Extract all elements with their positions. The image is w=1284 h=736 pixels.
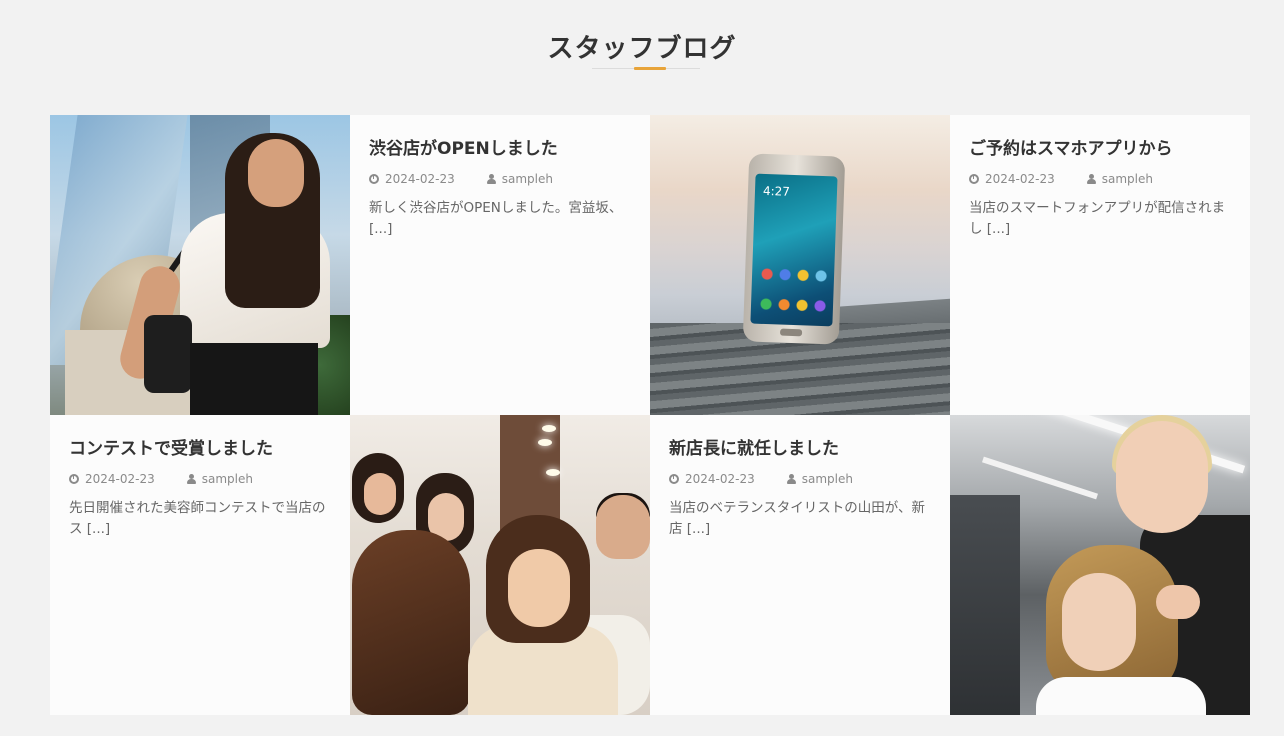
clock-icon [669, 474, 679, 484]
title-accent-bar [634, 67, 666, 70]
post-date: 2024-02-23 [85, 472, 155, 486]
post-excerpt: 当店のベテランスタイリストの山田が、新店 [...] [669, 500, 925, 537]
stylist-client-photo [950, 415, 1250, 715]
user-icon [786, 474, 796, 484]
user-icon [486, 174, 496, 184]
post-excerpt: 当店のスマートフォンアプリが配信されまし [...] [969, 200, 1226, 237]
post-card-contest: コンテストで受賞しました 2024-02-23 sampleh 先日開催された美… [50, 415, 350, 715]
post-date: 2024-02-23 [985, 172, 1055, 186]
post-title-link[interactable]: 新店長に就任しました [669, 434, 931, 459]
post-author-name[interactable]: sampleh [202, 472, 253, 486]
post-author: sampleh [1086, 172, 1153, 186]
post-meta: 2024-02-23 sampleh [369, 172, 631, 186]
post-thumbnail-app[interactable]: 4:27 [650, 115, 950, 415]
user-icon [186, 474, 196, 484]
post-meta: 2024-02-23 sampleh [669, 472, 931, 486]
smartphone-photo: 4:27 [650, 115, 950, 415]
post-card-shibuya: 渋谷店がOPENしました 2024-02-23 sampleh 新しく渋谷店がO… [350, 115, 650, 415]
post-card-app: ご予約はスマホアプリから 2024-02-23 sampleh 当店のスマートフ… [950, 115, 1250, 415]
post-excerpt: 新しく渋谷店がOPENしました。宮益坂、 [...] [369, 200, 623, 237]
post-date: 2024-02-23 [385, 172, 455, 186]
post-title-link[interactable]: コンテストで受賞しました [69, 434, 331, 459]
clock-icon [369, 174, 379, 184]
post-title-link[interactable]: 渋谷店がOPENしました [369, 134, 631, 159]
section-title: スタッフブログ [547, 34, 737, 64]
clock-icon [69, 474, 79, 484]
post-meta: 2024-02-23 sampleh [969, 172, 1231, 186]
post-thumbnail-contest[interactable] [350, 415, 650, 715]
phone-time: 4:27 [762, 183, 791, 199]
post-date: 2024-02-23 [685, 472, 755, 486]
post-author-name[interactable]: sampleh [1102, 172, 1153, 186]
blog-grid: 渋谷店がOPENしました 2024-02-23 sampleh 新しく渋谷店がO… [50, 115, 1250, 715]
post-author-name[interactable]: sampleh [802, 472, 853, 486]
woman-city-photo [50, 115, 350, 415]
clock-icon [969, 174, 979, 184]
post-card-manager: 新店長に就任しました 2024-02-23 sampleh 当店のベテランスタイ… [650, 415, 950, 715]
post-author: sampleh [186, 472, 253, 486]
post-author-name[interactable]: sampleh [502, 172, 553, 186]
post-author: sampleh [786, 472, 853, 486]
salon-training-photo [350, 415, 650, 715]
post-title-link[interactable]: ご予約はスマホアプリから [969, 134, 1231, 159]
user-icon [1086, 174, 1096, 184]
post-author: sampleh [486, 172, 553, 186]
post-thumbnail-manager[interactable] [950, 415, 1250, 715]
post-excerpt: 先日開催された美容師コンテストで当店のス [...] [69, 500, 326, 537]
post-thumbnail-shibuya[interactable] [50, 115, 350, 415]
post-meta: 2024-02-23 sampleh [69, 472, 331, 486]
